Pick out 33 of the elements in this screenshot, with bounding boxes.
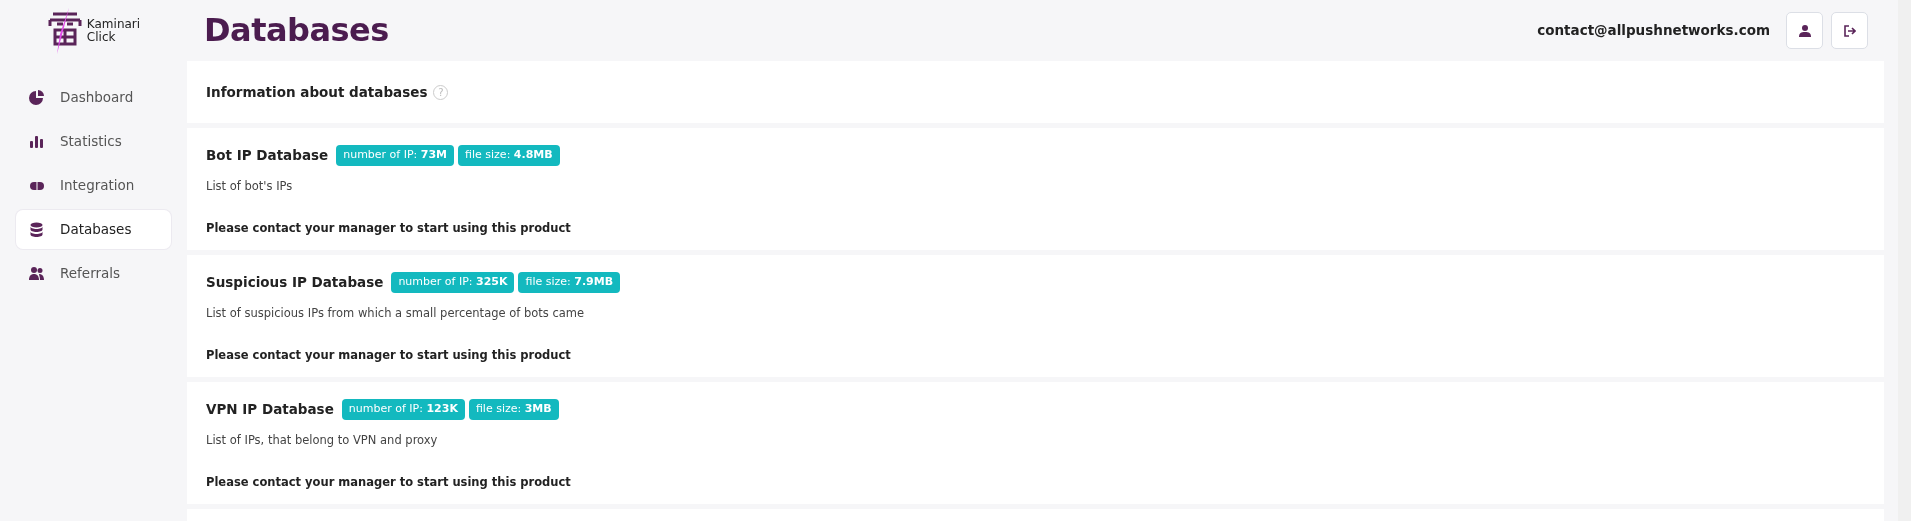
info-tag: number of IP: 73M [336, 145, 455, 166]
database-title: VPN IP Database [206, 400, 334, 420]
info-tag: file size: 4.8MB [458, 145, 560, 166]
database-description: List of bot's IPs [206, 177, 294, 195]
pie-chart-icon [29, 90, 44, 105]
user-icon [1798, 24, 1811, 37]
info-tag: file size: 7.9MB [518, 272, 621, 293]
contact-note: Please contact your manager to start using this product [206, 473, 572, 491]
sidebar-item[interactable]: Statistics [16, 122, 171, 161]
logout-icon [1843, 24, 1856, 37]
database-icon [29, 222, 44, 237]
database-description: List of IPs, that belong to VPN and proxy [206, 431, 439, 449]
logout-button[interactable] [1831, 12, 1868, 49]
database-description: List of suspicious IPs from which a small percentage of bots came [206, 304, 586, 322]
contact-note: Please contact your manager to start using this product [206, 346, 572, 364]
database-title: Suspicious IP Database [206, 273, 384, 293]
logo-text: Kaminari Click [86, 18, 141, 44]
sidebar-item[interactable]: Integration [16, 166, 171, 205]
info-tag: number of IP: 123K [341, 399, 465, 420]
bar-chart-icon [29, 134, 44, 149]
info-tag: number of IP: 325K [391, 272, 515, 293]
info-tag: file size: 3MB [468, 399, 559, 420]
user-email: contact@allpushnetworks.com [1537, 21, 1770, 41]
info-title: Information about databases [206, 82, 428, 102]
page-title: Databases [204, 11, 389, 50]
sidebar-item[interactable]: Databases [16, 210, 171, 249]
database-title: Bot IP Database [206, 146, 329, 166]
sidebar-item[interactable]: Referrals [16, 254, 171, 293]
profile-button[interactable] [1786, 12, 1823, 49]
logo-icon [46, 8, 83, 54]
users-icon [29, 266, 44, 281]
contact-note: Please contact your manager to start using this product [206, 219, 572, 237]
sidebar-item[interactable]: Dashboard [16, 78, 171, 117]
